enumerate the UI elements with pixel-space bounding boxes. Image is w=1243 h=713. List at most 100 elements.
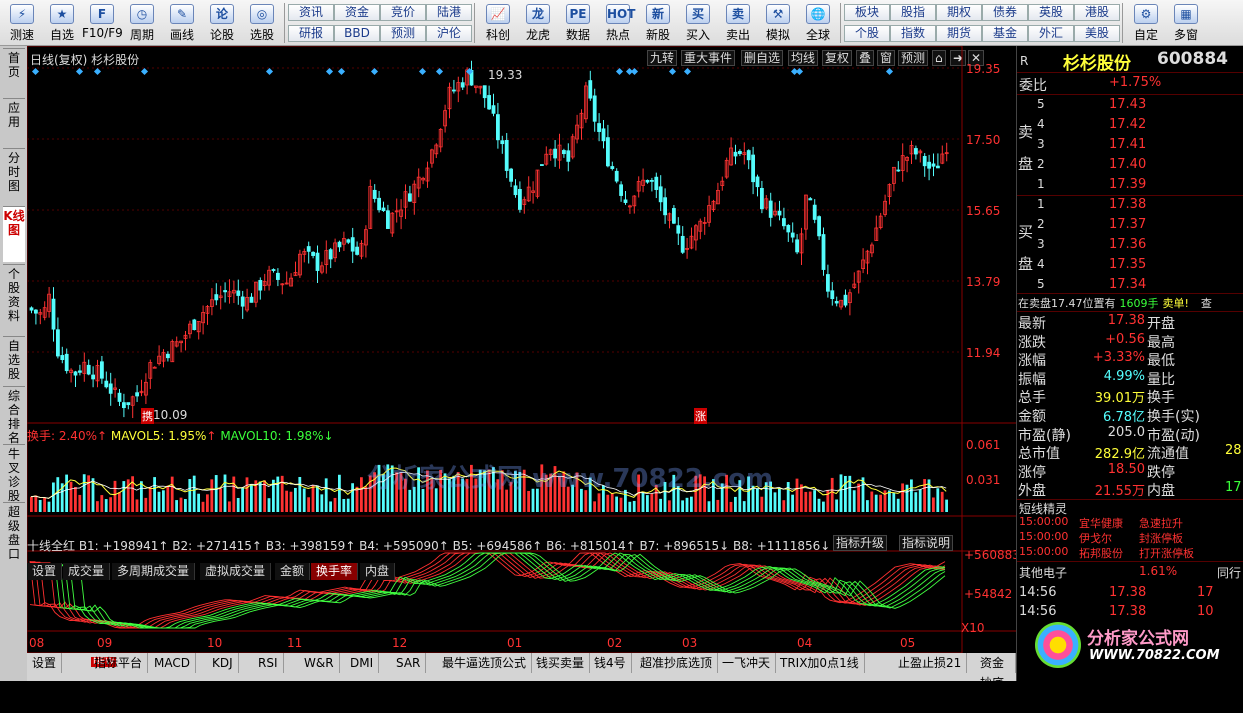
us-shares-button[interactable]: 美股	[1074, 25, 1120, 42]
event-marker-icon[interactable]	[93, 67, 102, 76]
hk-connect-button[interactable]: 陆港	[426, 4, 472, 21]
volume-tab-2[interactable]: 多周期成交量	[112, 563, 196, 580]
sell-button[interactable]: 卖卖出	[718, 0, 758, 46]
event-marker-icon[interactable]	[370, 67, 379, 76]
event-marker-icon[interactable]	[265, 67, 274, 76]
buy-price[interactable]: 17.36	[1109, 237, 1146, 252]
notice-check[interactable]: 查	[1201, 297, 1212, 310]
sidebar-item-1[interactable]: 应用	[3, 98, 25, 146]
spirit-stock[interactable]: 拓邦股份	[1079, 545, 1123, 561]
event-marker-icon[interactable]	[683, 67, 692, 76]
sidebar-item-5[interactable]: 自选股	[3, 336, 25, 384]
data-button[interactable]: PE 数据	[558, 0, 598, 46]
sell-price[interactable]: 17.39	[1109, 177, 1146, 192]
sidebar-item-0[interactable]: 首页	[3, 48, 25, 96]
sell-price[interactable]: 17.42	[1109, 117, 1146, 132]
bottom-tab-13[interactable]: TRIX加0点1线	[775, 653, 865, 673]
new-stock-button[interactable]: 新新股	[638, 0, 678, 46]
candlestick-chart[interactable]	[27, 46, 1016, 653]
event-marker-icon[interactable]	[418, 67, 427, 76]
bottom-tab-10[interactable]: 钱4号	[589, 653, 632, 673]
event-marker-icon[interactable]	[325, 67, 334, 76]
spirit-stock[interactable]: 宜华健康	[1079, 515, 1123, 531]
draw-button[interactable]: ✎ 画线	[162, 0, 202, 46]
f10-button[interactable]: F F10/F9	[82, 0, 123, 46]
indicator-button-0[interactable]: 指标升级	[833, 535, 888, 551]
fund-button[interactable]: 资金	[334, 4, 380, 21]
buy-button[interactable]: 买买入	[678, 0, 718, 46]
sh-hk-button[interactable]: 沪伦	[426, 25, 472, 42]
buy-price[interactable]: 17.37	[1109, 217, 1146, 232]
event-marker-icon[interactable]	[140, 67, 149, 76]
bid-button[interactable]: 竞价	[380, 4, 426, 21]
event-marker-icon[interactable]	[435, 67, 444, 76]
limit-up-marker[interactable]: 涨	[694, 408, 707, 424]
sector-name[interactable]: 其他电子	[1019, 564, 1067, 581]
hot-button[interactable]: HOT 热点	[598, 0, 638, 46]
index-button[interactable]: 股指	[890, 4, 936, 21]
bottom-tab-7[interactable]: SAR	[391, 653, 427, 673]
volume-tab-0[interactable]: 设置	[27, 563, 63, 580]
event-marker-icon[interactable]	[337, 67, 346, 76]
spirit-stock[interactable]: 伊戈尔	[1079, 530, 1112, 546]
sector-button[interactable]: 板块	[844, 4, 890, 21]
event-marker-icon[interactable]	[795, 67, 804, 76]
hk-shares-button[interactable]: 港股	[1074, 4, 1120, 21]
indicator-button-1[interactable]: 指标说明	[899, 535, 954, 551]
sidebar-item-3[interactable]: K线图	[3, 206, 25, 262]
event-marker-icon[interactable]	[31, 67, 40, 76]
bottom-tab-11[interactable]: 超准抄底选顶	[635, 653, 719, 673]
sidebar-item-8[interactable]: 超级盘口	[3, 502, 25, 572]
uk-shares-button[interactable]: 英股	[1028, 4, 1074, 21]
volume-tab-4[interactable]: 金额	[275, 563, 311, 580]
news-button[interactable]: 资讯	[288, 4, 334, 21]
event-marker-icon[interactable]	[75, 67, 84, 76]
bottom-tab-3[interactable]: KDJ	[207, 653, 239, 673]
event-marker-icon[interactable]	[668, 67, 677, 76]
volume-tab-3[interactable]: 虚拟成交量	[200, 563, 272, 580]
sell-price[interactable]: 17.41	[1109, 137, 1146, 152]
bonds-button[interactable]: 债券	[982, 4, 1028, 21]
sidebar-item-4[interactable]: 个股资料	[3, 264, 25, 334]
low-marker[interactable]: 携	[141, 408, 154, 424]
event-marker-icon[interactable]	[630, 67, 639, 76]
bottom-tab-6[interactable]: DMI	[345, 653, 380, 673]
buy-price[interactable]: 17.34	[1109, 277, 1146, 292]
buy-price[interactable]: 17.35	[1109, 257, 1146, 272]
bottom-tab-15[interactable]: 资金抄底新	[975, 653, 1016, 710]
sector-peers-button[interactable]: 同行	[1217, 564, 1241, 581]
funds-button[interactable]: 基金	[982, 25, 1028, 42]
sell-price[interactable]: 17.43	[1109, 97, 1146, 112]
bbd-button[interactable]: BBD	[334, 25, 380, 42]
custom-button[interactable]: ⚙ 自定	[1126, 0, 1166, 46]
auth-button[interactable]: ⚡ 测速	[2, 0, 42, 46]
sidebar-item-7[interactable]: 牛叉诊股	[3, 444, 25, 503]
kechuang-button[interactable]: 📈 科创	[478, 0, 518, 46]
forex-button[interactable]: 外汇	[1028, 25, 1074, 42]
multi-window-button[interactable]: ▦ 多窗	[1166, 0, 1206, 46]
options-button[interactable]: 期权	[936, 4, 982, 21]
stock-forum-button[interactable]: 论论股	[202, 0, 242, 46]
bottom-tab-12[interactable]: 一飞冲天	[717, 653, 777, 673]
bottom-tab-4[interactable]: RSI	[253, 653, 284, 673]
forecast-button[interactable]: 预测	[380, 25, 426, 42]
bottom-tab-9[interactable]: 钱买卖量	[531, 653, 591, 673]
buy-price[interactable]: 17.38	[1109, 197, 1146, 212]
single-stock-button[interactable]: 个股	[844, 25, 890, 42]
volume-tab-6[interactable]: 内盘	[360, 563, 396, 580]
global-button[interactable]: 🌐 全球	[798, 0, 838, 46]
sell-price[interactable]: 17.40	[1109, 157, 1146, 172]
bottom-tab-0[interactable]: 设置	[27, 653, 63, 673]
futures-button[interactable]: 期货	[936, 25, 982, 42]
bottom-tab-5[interactable]: W&R	[299, 653, 340, 673]
dragon-tiger-button[interactable]: 龙龙虎	[518, 0, 558, 46]
bottom-tab-8[interactable]: 最牛逼选顶公式	[437, 653, 533, 673]
bottom-tab-14[interactable]: 止盈止损21	[893, 653, 968, 673]
volume-tab-1[interactable]: 成交量	[63, 563, 111, 580]
research-button[interactable]: 研报	[288, 25, 334, 42]
simulate-button[interactable]: ⚒ 模拟	[758, 0, 798, 46]
event-marker-icon[interactable]	[885, 67, 894, 76]
favorites-button[interactable]: ★ 自选	[42, 0, 82, 46]
bottom-tab-1[interactable]: 指标平台	[89, 653, 149, 673]
bottom-tab-2[interactable]: MACD	[149, 653, 196, 673]
